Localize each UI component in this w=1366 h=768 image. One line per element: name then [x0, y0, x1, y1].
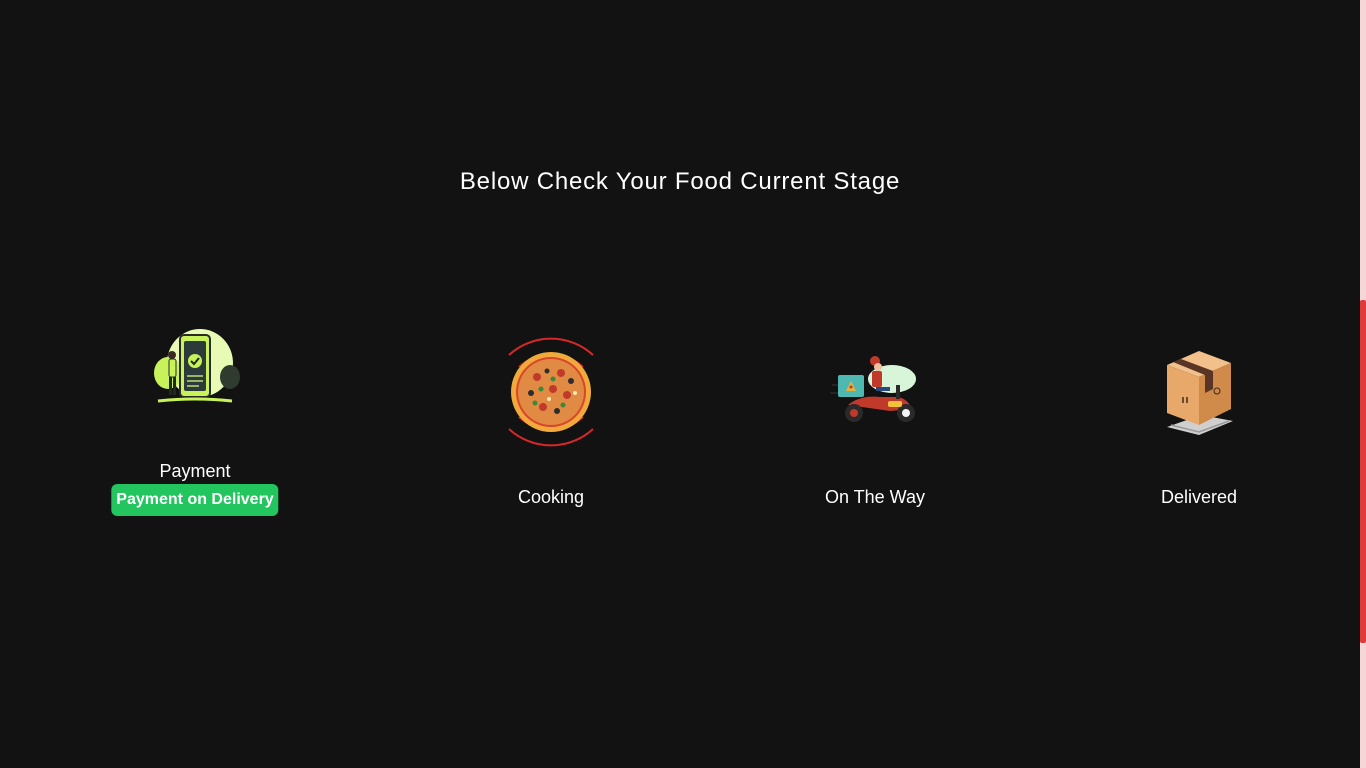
- scrollbar-thumb[interactable]: [1360, 300, 1366, 643]
- package-box-icon: [1161, 347, 1237, 437]
- delivery-scooter-icon: [830, 355, 920, 427]
- stage-label-on-the-way: On The Way: [824, 487, 926, 507]
- stage-cooking: Cooking: [421, 325, 681, 525]
- pizza-icon: [495, 327, 607, 461]
- stage-payment: Payment Payment on Delivery: [65, 325, 325, 525]
- stage-delivered: Delivered: [1069, 325, 1329, 525]
- stage-label-delivered: Delivered: [1160, 487, 1238, 507]
- stage-on-the-way: On The Way: [745, 325, 1005, 525]
- payment-phone-icon: [150, 325, 240, 407]
- stage-label-payment: Payment: [159, 461, 231, 481]
- page-title: Below Check Your Food Current Stage: [459, 168, 901, 195]
- stage-label-cooking: Cooking: [517, 487, 585, 507]
- payment-status-badge: Payment on Delivery: [111, 484, 279, 516]
- order-tracking-page: Below Check Your Food Current Stage Paym…: [0, 0, 1366, 768]
